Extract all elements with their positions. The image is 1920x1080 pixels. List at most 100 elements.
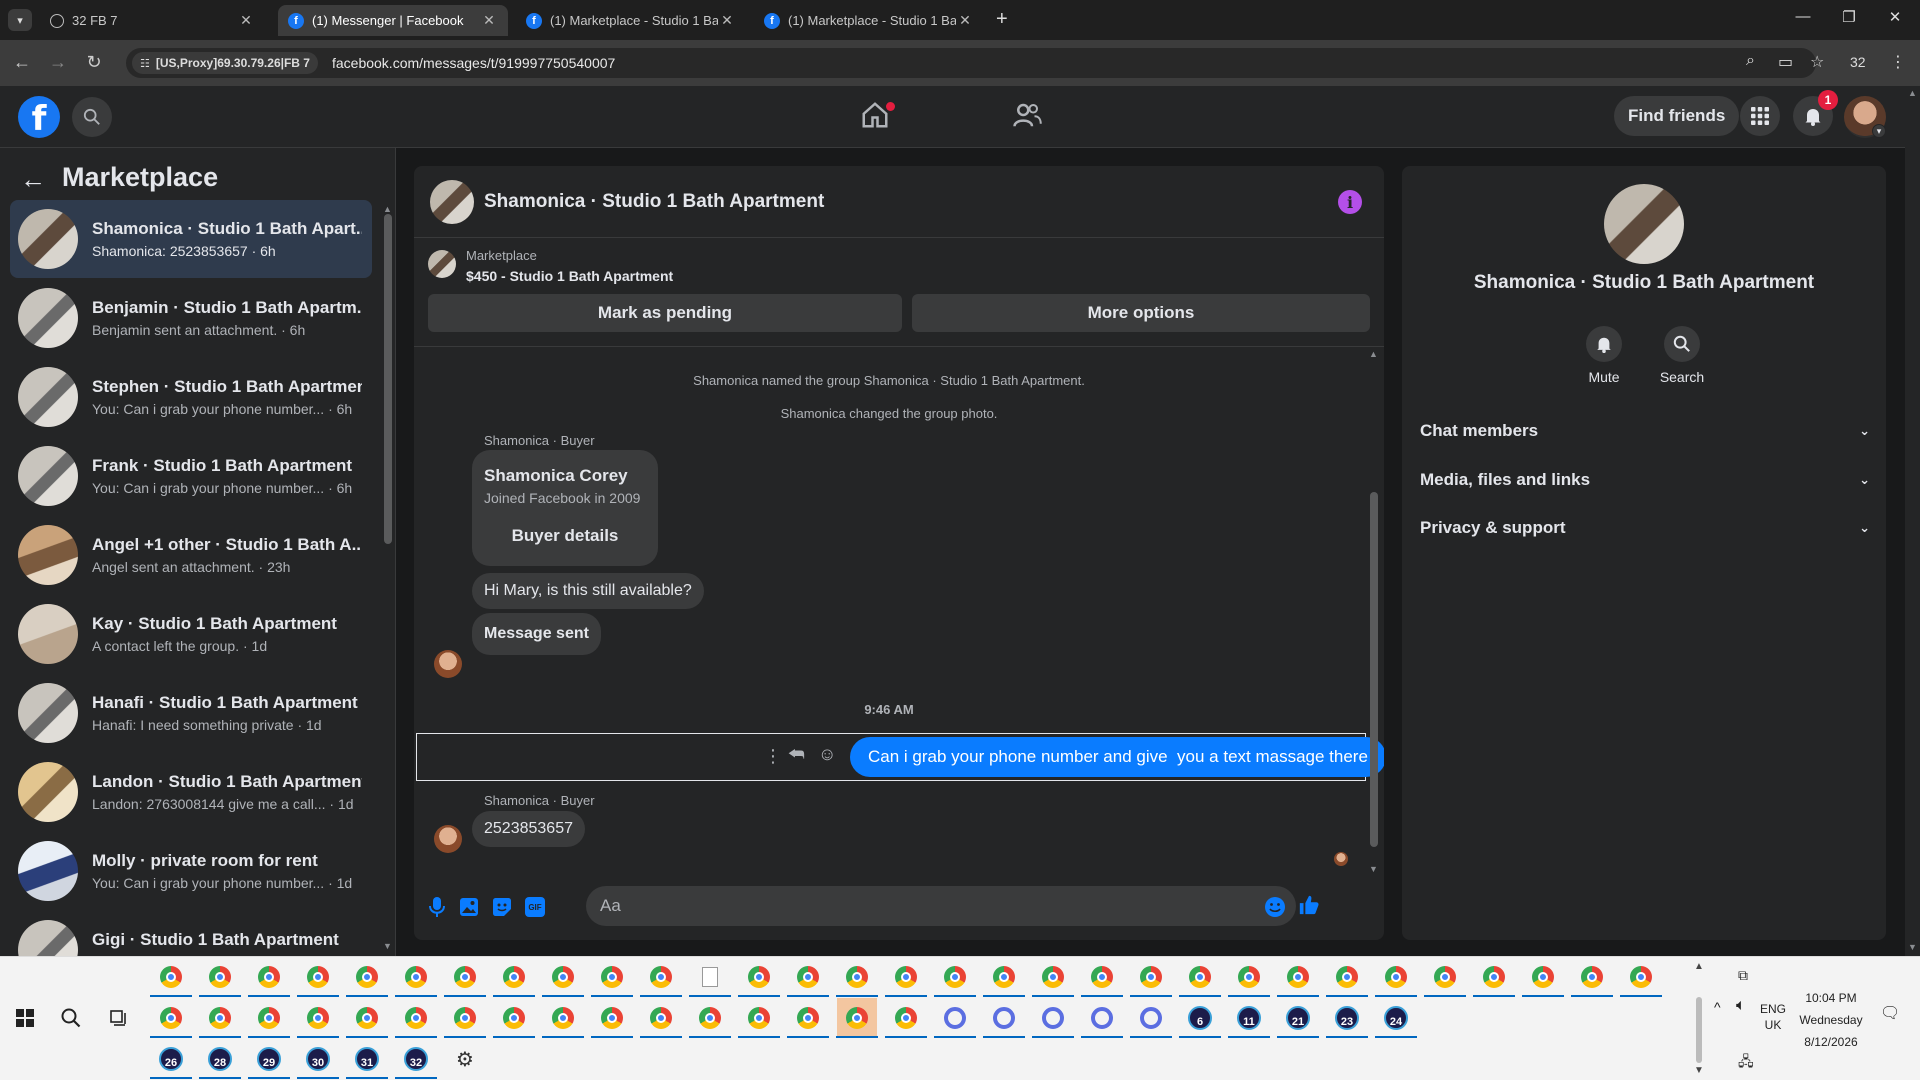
taskbar-chrome-window[interactable] [744,962,774,992]
taskbar-chrome-window[interactable] [842,962,872,992]
address-bar[interactable]: ☷ [US,Proxy]69.30.79.26|FB 7 facebook.co… [126,48,1816,78]
taskbar-chrome-window[interactable] [156,1003,186,1033]
restore-button[interactable]: ❐ [1826,8,1872,26]
taskbar-search-button[interactable] [56,1003,86,1033]
taskbar-file-explorer[interactable] [695,962,725,992]
taskbar-scrollbar[interactable] [1696,997,1702,1063]
taskbar-profile-window[interactable]: 21 [1283,1003,1313,1033]
taskbar-chrome-window[interactable] [744,1003,774,1033]
taskbar-settings[interactable]: ⚙ [450,1044,480,1074]
scroll-up-arrow[interactable]: ▲ [383,204,392,214]
taskbar-browser-window[interactable] [1038,1003,1068,1033]
emoji-icon[interactable] [1264,896,1286,918]
taskbar-chrome-window-active[interactable] [837,998,877,1038]
microphone-icon[interactable] [426,896,448,918]
taskbar-chrome-window[interactable] [1136,962,1166,992]
taskbar-chrome-window[interactable] [450,962,480,992]
taskbar-profile-window[interactable]: 6 [1185,1003,1215,1033]
incoming-message[interactable]: Message sent [472,613,601,655]
section-privacy-support[interactable]: Privacy & support ⌄ [1420,508,1870,548]
taskbar-chrome-window[interactable] [156,962,186,992]
incoming-message[interactable]: 2523853657 [472,811,585,847]
taskbar-chrome-window[interactable] [1038,962,1068,992]
minimize-button[interactable]: — [1780,8,1826,25]
nav-home[interactable] [860,100,896,136]
task-view-button[interactable] [104,1003,134,1033]
meet-now-icon[interactable]: ⧉ [1738,967,1748,984]
new-tab-button[interactable]: + [996,8,1008,31]
notification-center-icon[interactable]: 🗨︎ [1880,1003,1900,1023]
taskbar-chrome-window[interactable] [205,1003,235,1033]
buyer-details-button[interactable]: Buyer details [472,526,658,546]
taskbar-profile-window[interactable]: 31 [352,1044,382,1074]
account-chevron-icon[interactable]: ▾ [1872,124,1886,138]
close-icon[interactable]: ✕ [718,12,736,29]
close-icon[interactable]: ✕ [956,12,974,29]
star-icon[interactable]: ☆ [1810,52,1824,72]
taskbar-profile-window[interactable]: 24 [1381,1003,1411,1033]
section-media-files-links[interactable]: Media, files and links ⌄ [1420,460,1870,500]
conversation-item[interactable]: Benjamin · Studio 1 Bath Apartm... Benja… [10,279,372,357]
buyer-avatar[interactable] [434,825,462,853]
show-hidden-icons[interactable]: ^ [1714,999,1721,1015]
taskbar-chrome-window[interactable] [1626,962,1656,992]
taskbar-chrome-window[interactable] [303,1003,333,1033]
outgoing-message[interactable]: Can i grab your phone number and give yo… [850,737,1384,777]
taskbar-browser-window[interactable] [1136,1003,1166,1033]
taskbar-chrome-window[interactable] [450,1003,480,1033]
like-icon[interactable] [1298,894,1320,916]
taskbar-chrome-window[interactable] [891,1003,921,1033]
taskbar-chrome-window[interactable] [1430,962,1460,992]
buyer-avatar[interactable] [434,650,462,678]
forward-button[interactable]: → [46,52,70,73]
taskbar-chrome-window[interactable] [646,962,676,992]
volume-icon[interactable]: 🔈︎ [1736,997,1746,1015]
taskbar-chrome-window[interactable] [401,1003,431,1033]
taskbar-browser-window[interactable] [940,1003,970,1033]
taskbar-chrome-window[interactable] [1185,962,1215,992]
taskbar-profile-window[interactable]: 26 [156,1044,186,1074]
close-icon[interactable]: ✕ [237,12,255,29]
message-input[interactable] [586,886,1296,926]
nav-friends[interactable] [1012,100,1048,136]
search-conversation-button[interactable] [1664,326,1700,362]
scroll-down-arrow[interactable]: ▼ [383,941,392,951]
find-friends-button[interactable]: Find friends [1614,96,1740,136]
taskbar-chrome-window[interactable] [646,1003,676,1033]
taskbar-chrome-window[interactable] [1381,962,1411,992]
message-list[interactable]: Shamonica named the group Shamonica · St… [414,346,1384,876]
taskbar-chrome-window[interactable] [1087,962,1117,992]
language-indicator[interactable]: ENG UK [1760,1001,1786,1033]
scroll-down-arrow[interactable]: ▼ [1369,864,1378,874]
taskbar-chrome-window[interactable] [499,962,529,992]
conversation-item[interactable]: Molly · private room for rent You: Can i… [10,832,372,910]
taskbar-chrome-window[interactable] [401,962,431,992]
conversation-item[interactable]: Landon · Studio 1 Bath Apartment Landon:… [10,753,372,831]
network-icon[interactable]: 🖧︎ [1738,1051,1754,1075]
taskbar-profile-window[interactable]: 32 [401,1044,431,1074]
taskbar-chrome-window[interactable] [695,1003,725,1033]
taskbar-chrome-window[interactable] [597,962,627,992]
conversation-item[interactable]: Frank · Studio 1 Bath Apartment You: Can… [10,437,372,515]
taskbar-chrome-window[interactable] [254,1003,284,1033]
mute-button[interactable] [1586,326,1622,362]
taskbar-profile-window[interactable]: 30 [303,1044,333,1074]
tab-marketplace-2[interactable]: f (1) Marketplace - Studio 1 Bath ✕ [754,5,984,36]
taskbar-scroll-down[interactable]: ▼ [1694,1065,1704,1076]
taskbar-chrome-window[interactable] [1234,962,1264,992]
taskbar-chrome-window[interactable] [548,1003,578,1033]
incoming-message[interactable]: Hi Mary, is this still available? [472,573,704,609]
conversation-item[interactable]: Stephen · Studio 1 Bath Apartment You: C… [10,358,372,436]
back-button[interactable]: ← [10,52,34,73]
taskbar-chrome-window[interactable] [254,962,284,992]
taskbar-profile-window[interactable]: 23 [1332,1003,1362,1033]
taskbar-chrome-window[interactable] [940,962,970,992]
taskbar-chrome-window[interactable] [1479,962,1509,992]
more-icon[interactable]: ⋮ [764,746,782,767]
taskbar-chrome-window[interactable] [548,962,578,992]
more-options-button[interactable]: More options [912,294,1370,332]
gif-icon[interactable]: GIF [524,896,546,918]
scroll-up-arrow[interactable]: ▲ [1908,88,1917,98]
taskbar-chrome-window[interactable] [352,962,382,992]
taskbar-chrome-window[interactable] [1283,962,1313,992]
